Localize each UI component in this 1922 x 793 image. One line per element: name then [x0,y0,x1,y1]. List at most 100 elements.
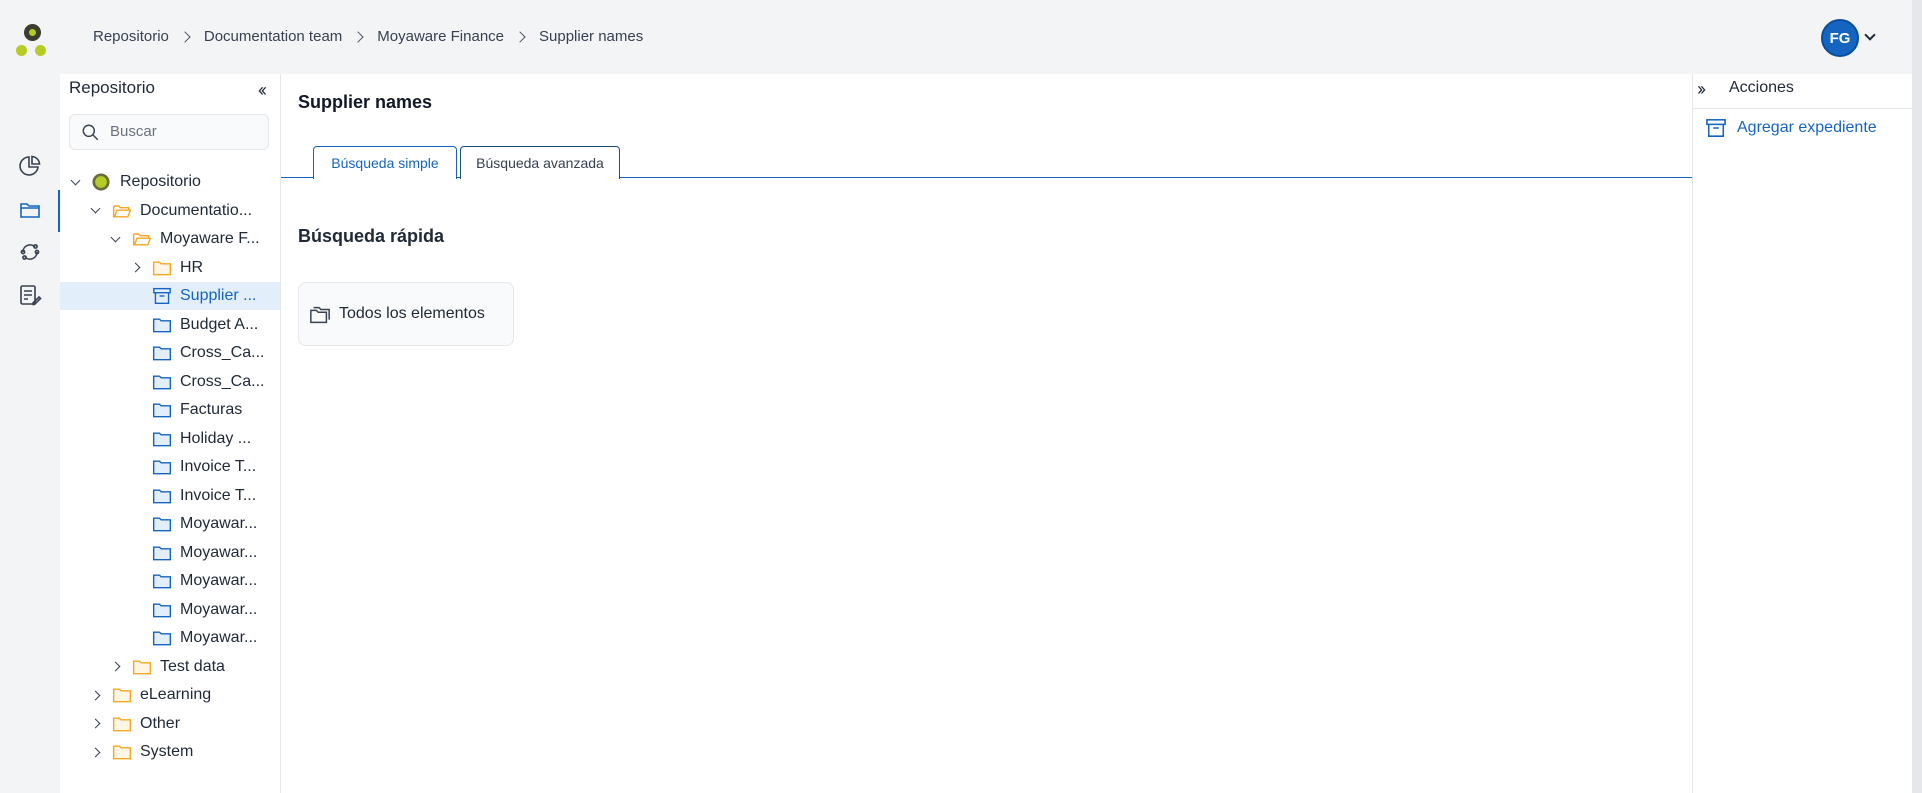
chevron-down-icon[interactable] [90,203,101,214]
repository-icon [92,173,112,191]
folder-icon [152,601,172,619]
panel-title: Repositorio [69,78,155,97]
tab-bar: Búsqueda simple Búsqueda avanzada [281,146,1693,179]
tree-node-label: Repositorio [120,173,201,190]
repository-tree-panel: Repositorio ‹‹ Repositorio Documentatio..… [60,74,280,793]
tree-node[interactable]: Moyawar... [60,596,280,624]
breadcrumb-item[interactable]: Documentation team [204,28,342,45]
search-box [69,114,269,150]
tree-node[interactable]: Holiday ... [60,425,280,453]
collapse-panel-icon[interactable]: ‹‹ [258,80,267,101]
chevron-right-icon[interactable] [90,690,101,700]
chevron-right-icon [352,30,364,43]
page-title: Supplier names [298,92,433,112]
tree-node-label: Moyawar... [180,572,258,589]
chevron-right-icon[interactable] [90,718,101,729]
tree-node-label: HR [180,258,204,276]
folder-open-icon [112,202,132,220]
tree-node[interactable]: Cross_Ca... [60,339,280,367]
folder-icon [112,743,132,761]
folder-icon [152,515,172,533]
breadcrumb-item[interactable]: Moyaware Finance [377,28,504,45]
tree-node[interactable]: Moyawar... [60,624,280,652]
folder-open-icon [132,230,152,248]
chevron-down-icon[interactable] [1864,29,1876,41]
tree-node-label: Invoice T... [180,486,257,504]
tree-node[interactable]: Test data [60,653,280,681]
tree-node[interactable]: Supplier ... [60,282,280,310]
tree-node[interactable]: Invoice T... [60,453,280,481]
folder-icon [112,686,132,704]
app-logo[interactable] [16,22,48,58]
tree-node[interactable]: Moyawar... [60,510,280,538]
tree-node[interactable]: Budget A... [60,311,280,339]
tree-node[interactable]: System [60,738,280,766]
tree-node[interactable]: Moyawar... [60,539,280,567]
tree-node[interactable]: HR [60,254,280,282]
tree-node-label: Test data [160,657,225,675]
folder-icon [152,344,172,362]
tree-node-label: Cross_Ca... [180,372,265,390]
expand-panel-icon[interactable]: ›› [1697,79,1706,100]
window-edge [1912,0,1922,793]
folder-icon [152,544,172,562]
folder-icon [152,487,172,505]
tree-node[interactable]: Other [60,710,280,738]
quick-search-heading: Búsqueda rápida [298,226,445,246]
chevron-down-icon[interactable] [110,232,121,242]
tree-node-label: Moyawar... [180,515,258,532]
tree-node[interactable]: Cross_Ca... [60,368,280,396]
divider [1693,108,1913,109]
tree-node-label: Budget A... [180,315,259,333]
all-items-label: Todos los elementos [339,305,485,322]
actions-panel: ›› Acciones Agregar expediente [1692,74,1913,793]
chevron-right-icon[interactable] [110,661,121,672]
chevron-right-icon [514,30,526,43]
tab-simple-search[interactable]: Búsqueda simple [313,146,457,179]
user-avatar[interactable]: FG [1821,19,1859,57]
tree-node[interactable]: Facturas [60,396,280,424]
breadcrumb: Repositorio Documentation team Moyaware … [93,28,643,45]
folders-icon[interactable] [18,198,44,224]
tree-node-label: Cross_Ca... [180,344,265,361]
folder-icon [152,629,172,647]
dashboard-icon[interactable] [18,154,44,180]
search-icon [82,124,99,141]
tree-node-label: Facturas [180,401,243,418]
tree-node-label: System [140,743,194,760]
folder-icon [152,259,172,277]
main-content: Supplier names Búsqueda simple Búsqueda … [280,74,1693,793]
breadcrumb-item[interactable]: Repositorio [93,28,169,45]
tree-node-label: Holiday ... [180,429,252,447]
folder-icon [132,658,152,676]
breadcrumb-current: Supplier names [539,28,644,45]
tree-node[interactable]: Documentatio... [60,197,280,225]
tree-node[interactable]: Moyaware F... [60,225,280,253]
tree-node[interactable]: Repositorio [60,168,280,196]
icon-rail [0,74,60,793]
tree-node[interactable]: Invoice T... [60,482,280,510]
tree-node[interactable]: Moyawar... [60,567,280,595]
folders-icon [310,306,330,324]
folder-icon [152,373,172,391]
tree-node[interactable]: eLearning [60,681,280,709]
chevron-right-icon [179,30,191,43]
add-record-label: Agregar expediente [1737,119,1877,136]
actions-title: Acciones [1729,79,1794,96]
tasks-icon[interactable] [18,283,44,309]
sync-icon[interactable] [18,240,44,266]
folder-icon [112,715,132,733]
chevron-right-icon[interactable] [90,747,101,757]
tree-node-label: Invoice T... [180,458,257,475]
search-input[interactable] [110,123,260,140]
tree-node-label: Documentatio... [140,201,253,219]
tab-advanced-search[interactable]: Búsqueda avanzada [460,146,620,179]
chevron-down-icon[interactable] [70,175,81,185]
tree-node-label: Moyawar... [180,543,258,561]
all-items-card[interactable]: Todos los elementos [298,282,514,346]
tree-node-label: Moyawar... [180,629,258,646]
add-record-button[interactable]: Agregar expediente [1705,118,1877,138]
tree-node-label: Moyaware F... [160,230,260,247]
chevron-right-icon[interactable] [130,262,141,273]
archive-box-icon [1706,119,1726,137]
